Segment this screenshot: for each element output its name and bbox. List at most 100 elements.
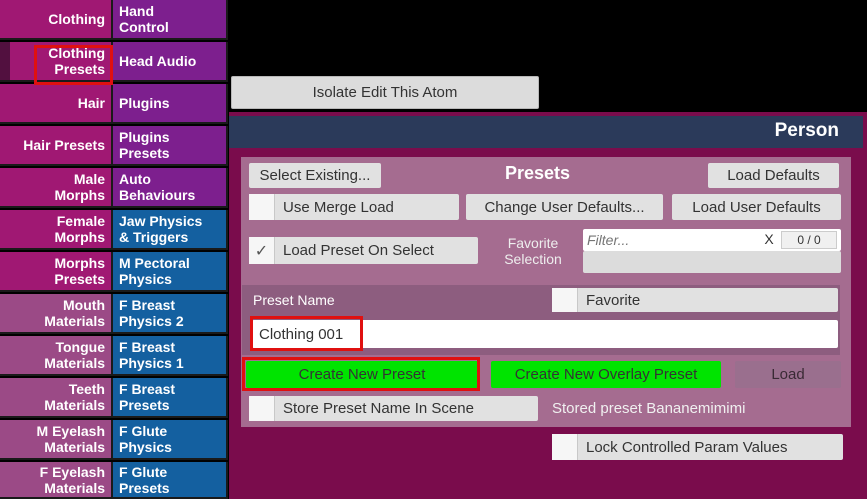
tab-label: F Breast [119, 297, 176, 313]
tab-label: Teeth [68, 381, 105, 397]
tab-hair[interactable]: Hair [0, 84, 113, 124]
tab-label: Presets [119, 145, 170, 161]
checkbox [249, 194, 275, 220]
tab-label: Behaviours [119, 187, 196, 203]
tab-f-glute-presets[interactable]: F Glute Presets [113, 462, 228, 499]
tab-f-breast-physics-2[interactable]: F Breast Physics 2 [113, 294, 228, 334]
filter-input[interactable] [587, 229, 757, 251]
store-preset-name-toggle[interactable]: Store Preset Name In Scene [249, 396, 538, 421]
tab-label: Presets [54, 61, 105, 77]
presets-title: Presets [505, 163, 571, 183]
tab-m-pectoral-physics[interactable]: M Pectoral Physics [113, 252, 228, 292]
tab-grid: Clothing Hand Control Clothing Presets Hea… [0, 0, 228, 499]
tab-head-audio[interactable]: Head Audio [113, 42, 228, 82]
select-existing-button[interactable]: Select Existing... [249, 163, 381, 188]
tab-clothing[interactable]: Clothing [0, 0, 113, 40]
tab-label: M Eyelash [36, 423, 105, 439]
toggle-label: Load Preset On Select [283, 242, 434, 259]
tab-label: Hair [77, 95, 105, 111]
create-overlay-preset-button[interactable]: Create New Overlay Preset [491, 361, 721, 388]
tab-label: Physics [119, 439, 172, 455]
tab-f-eyelash-materials[interactable]: F Eyelash Materials [0, 462, 113, 499]
tab-label: Materials [44, 313, 105, 329]
tab-label: Mouth [63, 297, 105, 313]
tab-label: Presets [54, 271, 105, 287]
favorite-toggle[interactable]: Favorite [552, 288, 838, 312]
tab-label: F Breast [119, 381, 176, 397]
use-merge-load-toggle[interactable]: Use Merge Load [249, 194, 459, 220]
tab-label: Physics 2 [119, 313, 184, 329]
tab-label: Plugins [119, 95, 170, 111]
preset-name-input[interactable] [252, 320, 838, 348]
tab-hand-control[interactable]: Hand Control [113, 0, 228, 40]
toggle-label: Lock Controlled Param Values [586, 438, 788, 456]
tab-label: Presets [119, 397, 170, 413]
tab-teeth-materials[interactable]: Teeth Materials [0, 378, 113, 418]
tab-label: Materials [44, 439, 105, 455]
tab-label: Jaw Physics [119, 213, 203, 229]
tab-label: M Pectoral [119, 255, 190, 271]
tab-label: Presets [119, 479, 170, 496]
tab-male-morphs[interactable]: Male Morphs [0, 168, 113, 208]
tab-female-morphs[interactable]: Female Morphs [0, 210, 113, 250]
isolate-edit-button[interactable]: Isolate Edit This Atom [231, 76, 539, 109]
load-user-defaults-button[interactable]: Load User Defaults [672, 194, 841, 220]
favorite-selection-label: Favorite Selection [493, 235, 573, 267]
checkmark-icon: ✓ [249, 237, 275, 264]
tab-auto-behaviours[interactable]: Auto Behaviours [113, 168, 228, 208]
tab-tongue-materials[interactable]: Tongue Materials [0, 336, 113, 376]
tab-plugins[interactable]: Plugins [113, 84, 228, 124]
filter-row: X 0 / 0 [583, 229, 841, 251]
tab-jaw-physics-triggers[interactable]: Jaw Physics & Triggers [113, 210, 228, 250]
tab-label: Control [119, 19, 169, 35]
selected-tab-marker [0, 42, 10, 82]
tab-label: Clothing [48, 11, 105, 27]
toggle-label: Use Merge Load [283, 198, 394, 216]
tab-f-breast-presets[interactable]: F Breast Presets [113, 378, 228, 418]
tab-label: Materials [44, 479, 105, 496]
tab-label: F Glute [119, 463, 168, 480]
tab-label: Auto [119, 171, 151, 187]
tab-label: Female [56, 213, 105, 229]
stored-preset-text: Stored preset Bananemimimi [552, 400, 746, 417]
tab-plugins-presets[interactable]: Plugins Presets [113, 126, 228, 166]
load-button[interactable]: Load [735, 361, 841, 388]
preset-dropdown[interactable] [583, 251, 841, 273]
load-defaults-button[interactable]: Load Defaults [708, 163, 839, 188]
tab-label: Male [73, 171, 105, 187]
clear-filter-button[interactable]: X [761, 231, 777, 249]
tab-f-glute-physics[interactable]: F Glute Physics [113, 420, 228, 460]
tab-label: Materials [44, 355, 105, 371]
tab-label: Clothing [48, 45, 105, 61]
preset-name-label: Preset Name [253, 292, 335, 308]
tab-label: Morphs [54, 187, 105, 203]
tab-label: & Triggers [119, 229, 189, 245]
label-line: Favorite [507, 235, 559, 251]
tab-label: Hair Presets [23, 137, 105, 153]
tab-mouth-materials[interactable]: Mouth Materials [0, 294, 113, 334]
tab-label: Head Audio [119, 53, 197, 69]
tab-label: F Breast [119, 339, 176, 355]
label-line: Selection [504, 251, 562, 267]
tab-hair-presets[interactable]: Hair Presets [0, 126, 113, 166]
lock-controlled-toggle[interactable]: Lock Controlled Param Values [552, 434, 843, 460]
tab-label: F Glute [119, 423, 168, 439]
panel-header: Person [229, 116, 863, 148]
tab-label: Tongue [55, 339, 105, 355]
checkbox [552, 288, 578, 312]
tab-label: Physics 1 [119, 355, 184, 371]
tab-label: F Eyelash [39, 463, 105, 480]
tab-f-breast-physics-1[interactable]: F Breast Physics 1 [113, 336, 228, 376]
create-new-preset-button[interactable]: Create New Preset [246, 361, 478, 388]
tab-m-eyelash-materials[interactable]: M Eyelash Materials [0, 420, 113, 460]
tab-label: Physics [119, 271, 172, 287]
tab-clothing-presets[interactable]: Clothing Presets [10, 42, 113, 82]
toggle-label: Store Preset Name In Scene [283, 400, 474, 417]
tab-label: Morphs [54, 255, 105, 271]
checkbox [249, 396, 275, 421]
filter-count: 0 / 0 [781, 231, 837, 249]
change-user-defaults-button[interactable]: Change User Defaults... [466, 194, 663, 220]
tab-label: Morphs [54, 229, 105, 245]
tab-morphs-presets[interactable]: Morphs Presets [0, 252, 113, 292]
load-preset-on-select-toggle[interactable]: ✓ Load Preset On Select [249, 237, 478, 264]
